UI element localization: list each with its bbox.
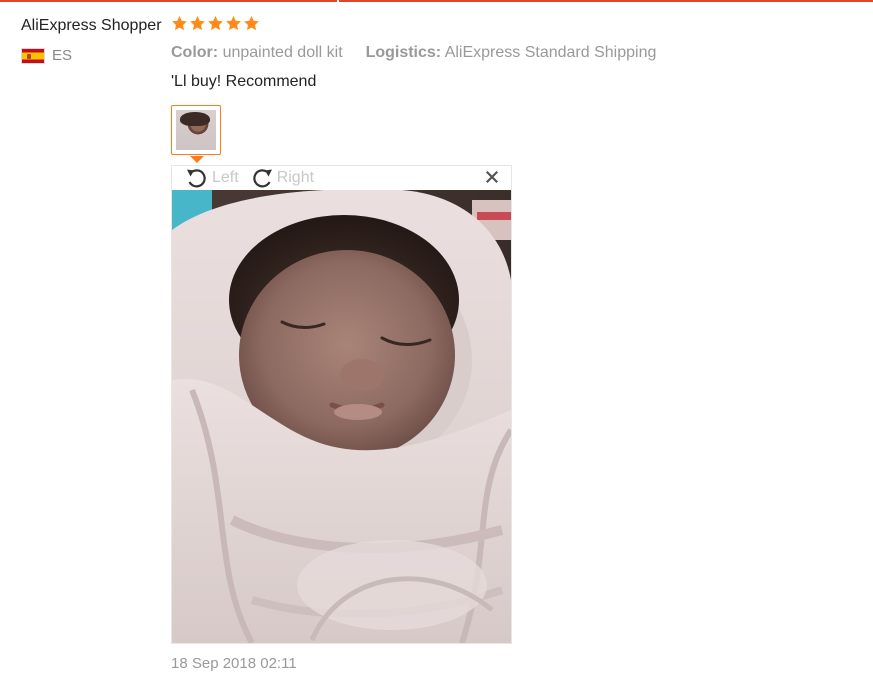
rotate-right-icon bbox=[253, 169, 272, 188]
star-icon bbox=[226, 16, 241, 31]
star-icon bbox=[190, 16, 205, 31]
rotate-left-icon bbox=[187, 169, 206, 188]
color-label: Color: bbox=[171, 44, 219, 61]
star-icon bbox=[244, 16, 259, 31]
rotate-right-label: Right bbox=[276, 169, 315, 186]
review-photo bbox=[172, 190, 511, 643]
thumbnail-pointer bbox=[190, 156, 204, 163]
review-photo-image bbox=[172, 190, 511, 643]
photo-viewer: Left Right bbox=[171, 165, 512, 644]
reviewer-country: ES bbox=[21, 47, 72, 64]
rotate-left-label: Left bbox=[212, 169, 239, 186]
star-rating bbox=[171, 15, 260, 32]
star-icon bbox=[172, 16, 187, 31]
close-icon[interactable] bbox=[485, 170, 499, 184]
review-date: 18 Sep 2018 02:11 bbox=[171, 655, 297, 672]
color-value: unpainted doll kit bbox=[222, 44, 343, 61]
rotate-left-button[interactable]: Left bbox=[184, 166, 239, 190]
logistics-value: AliExpress Standard Shipping bbox=[444, 44, 657, 61]
logistics-label: Logistics: bbox=[365, 44, 442, 61]
photo-viewer-toolbar: Left Right bbox=[172, 166, 511, 190]
star-icon bbox=[208, 16, 223, 31]
country-code: ES bbox=[52, 47, 73, 64]
review-item: AliExpress Shopper ES Color: unpainted d… bbox=[0, 0, 873, 688]
thumbnail-image bbox=[176, 110, 216, 150]
reviewer-name: AliExpress Shopper bbox=[21, 17, 162, 34]
rotate-right-button[interactable]: Right bbox=[249, 166, 314, 190]
feedback-text: 'Ll buy! Recommend bbox=[171, 73, 317, 90]
spain-flag-icon bbox=[21, 47, 45, 64]
review-photo-thumbnail[interactable] bbox=[171, 105, 221, 155]
order-info: Color: unpainted doll kit Logistics: Ali… bbox=[171, 44, 656, 62]
